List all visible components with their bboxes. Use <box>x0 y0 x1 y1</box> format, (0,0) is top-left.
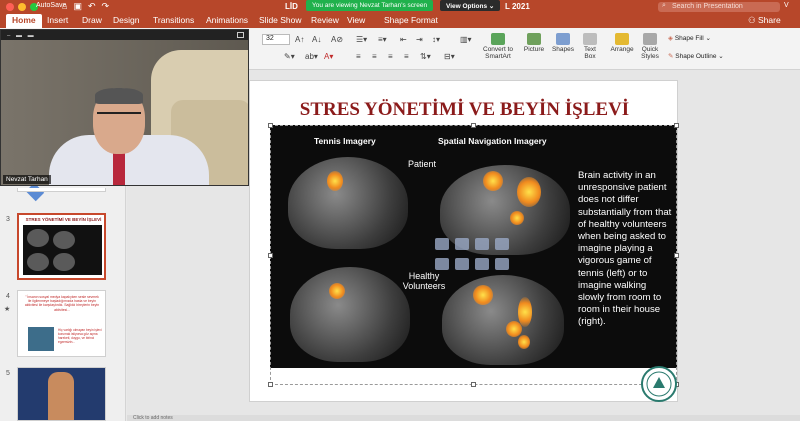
text-direction-icon[interactable]: ⇅▾ <box>420 52 431 61</box>
thumb-figure <box>28 327 54 351</box>
tab-insert[interactable]: Insert <box>47 15 68 25</box>
arrange-icon <box>615 33 629 45</box>
decrease-font-icon[interactable]: A↓ <box>312 35 321 44</box>
thumb-text: " İnsanın sosyal medya kapalıyken sesle … <box>24 295 100 312</box>
star-icon: ★ <box>4 306 11 313</box>
text-box-icon <box>583 33 597 45</box>
align-text-icon[interactable]: ⊟▾ <box>444 52 455 61</box>
resize-handle[interactable] <box>268 253 273 258</box>
tab-home[interactable]: Home <box>6 14 42 28</box>
participant-name: Nevzat Tarhan <box>3 175 51 184</box>
search-input[interactable]: ⌕ Search in Presentation <box>658 2 780 12</box>
clear-format-icon[interactable]: A⊘ <box>331 35 343 44</box>
increase-indent-icon[interactable]: ⇥ <box>416 35 423 44</box>
bullets-icon[interactable]: ☰▾ <box>356 35 367 44</box>
shapes-button[interactable]: Shapes <box>549 33 577 53</box>
columns-icon[interactable]: ▥▾ <box>460 35 472 44</box>
picture-button[interactable]: Picture <box>520 33 548 53</box>
resize-handle[interactable] <box>268 382 273 387</box>
slide-thumb-2-bottom[interactable] <box>17 188 106 192</box>
notes-pane[interactable]: Click to add notes <box>127 415 800 421</box>
numbering-icon[interactable]: ≡▾ <box>378 35 387 44</box>
font-size-select[interactable]: 32 <box>262 34 290 45</box>
increase-font-icon[interactable]: A↑ <box>295 35 304 44</box>
highlight-icon[interactable]: ✎▾ <box>284 52 295 61</box>
thumb-figure <box>48 372 74 420</box>
tab-transitions[interactable]: Transitions <box>153 15 194 25</box>
video-toolbar: – ▬ ▬ <box>1 30 248 40</box>
resize-handle[interactable] <box>471 382 476 387</box>
font-color-icon[interactable]: A▾ <box>324 52 333 61</box>
close-window-button[interactable] <box>6 3 14 11</box>
slide-number-4: 4 <box>6 293 10 300</box>
slide-title[interactable]: STRES YÖNETİMİ VE BEYİN İŞLEVİ <box>250 99 679 121</box>
thumb-text-2: Hiç varlığı olmayan beyin işlevi korumak… <box>58 328 102 344</box>
resize-handle[interactable] <box>674 123 679 128</box>
tab-review[interactable]: Review <box>311 15 339 25</box>
video-feed[interactable]: – ▬ ▬ Nevzat Tarhan <box>0 29 249 186</box>
slide-thumb-5[interactable] <box>17 367 106 421</box>
tab-design[interactable]: Design <box>113 15 139 25</box>
gallery-view-icon[interactable] <box>237 32 244 38</box>
document-title: LİD <box>285 2 298 11</box>
quick-access-toolbar: ⌂ ▣ ↶ ↷ <box>62 1 109 12</box>
home-icon[interactable]: ⌂ <box>62 1 67 12</box>
slide-number-5: 5 <box>6 370 10 377</box>
thumb-brain <box>53 231 75 249</box>
resize-handle[interactable] <box>268 123 273 128</box>
shapes-icon <box>556 33 570 45</box>
align-left-icon[interactable]: ≡ <box>356 52 361 61</box>
justify-icon[interactable]: ≡ <box>404 52 409 61</box>
share-button[interactable]: ⚇ Share <box>748 15 781 26</box>
shape-fill-button[interactable]: ◈ Shape Fill ⌄ <box>668 34 711 42</box>
thumb-image <box>23 225 102 275</box>
redo-icon[interactable]: ↷ <box>102 1 110 12</box>
thumb-brain <box>27 253 49 271</box>
view-options-button[interactable]: View Options ⌄ <box>440 0 501 11</box>
tab-draw[interactable]: Draw <box>82 15 102 25</box>
resize-handle[interactable] <box>674 253 679 258</box>
tab-shape-format[interactable]: Shape Format <box>384 15 438 25</box>
undo-icon[interactable]: ↶ <box>88 1 96 12</box>
window-controls <box>6 3 38 11</box>
slide-thumb-3[interactable]: STRES YÖNETİMİ VE BEYİN İŞLEVİ <box>17 213 106 280</box>
video-person-hair <box>95 88 143 104</box>
smartart-icon <box>491 33 505 45</box>
document-title-suffix: L 2021 <box>505 2 530 11</box>
ribbon-tabs: Home Insert Draw Design Transitions Anim… <box>0 14 800 28</box>
save-icon[interactable]: ▣ <box>73 1 82 12</box>
quick-styles-button[interactable]: Quick Styles <box>637 33 663 60</box>
tab-slide-show[interactable]: Slide Show <box>259 15 302 25</box>
decrease-indent-icon[interactable]: ⇤ <box>400 35 407 44</box>
screen-share-banner: You are viewing Nevzat Tarhan's screen <box>306 0 434 11</box>
thumb-title: STRES YÖNETİMİ VE BEYİN İŞLEVİ <box>25 217 102 222</box>
slide-number-3: 3 <box>6 216 10 223</box>
tab-animations[interactable]: Animations <box>206 15 248 25</box>
align-right-icon[interactable]: ≡ <box>388 52 393 61</box>
thumb-brain <box>27 229 49 247</box>
university-logo <box>641 366 677 402</box>
selection-outline <box>270 125 677 385</box>
window-menu[interactable]: V <box>784 2 789 9</box>
text-box-button[interactable]: Text Box <box>579 33 601 60</box>
minimize-window-button[interactable] <box>18 3 26 11</box>
text-highlight-icon[interactable]: ab▾ <box>305 52 318 61</box>
slide-thumb-4[interactable]: " İnsanın sosyal medya kapalıyken sesle … <box>17 290 106 357</box>
shape-outline-button[interactable]: ✎ Shape Outline ⌄ <box>668 52 724 60</box>
convert-to-smartart-button[interactable]: Convert to SmartArt <box>478 33 518 60</box>
minimize-video-icon[interactable]: – ▬ ▬ <box>7 33 36 39</box>
quick-styles-icon <box>643 33 657 45</box>
arrange-button[interactable]: Arrange <box>607 33 637 53</box>
search-icon: ⌕ <box>662 2 666 9</box>
tab-view[interactable]: View <box>347 15 365 25</box>
person-icon: ⚇ <box>748 15 758 25</box>
picture-icon <box>527 33 541 45</box>
resize-handle[interactable] <box>471 123 476 128</box>
video-person-glasses <box>97 112 141 120</box>
thumb-brain <box>53 253 75 271</box>
logo-seal-icon <box>646 371 672 397</box>
line-spacing-icon[interactable]: ↕▾ <box>432 35 440 44</box>
paint-bucket-icon: ◈ <box>668 35 675 42</box>
align-center-icon[interactable]: ≡ <box>372 52 377 61</box>
